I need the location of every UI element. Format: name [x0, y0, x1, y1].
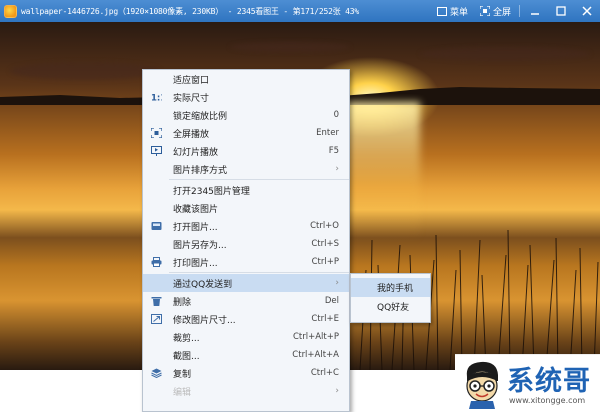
menu-item-favorite[interactable]: 收藏该图片: [143, 199, 349, 217]
close-icon: [582, 6, 592, 16]
menu-item-shortcut: Ctrl+O: [310, 221, 339, 231]
menu-item-shortcut: Ctrl+C: [310, 368, 339, 378]
menu-item-label: 删除: [173, 297, 192, 308]
title-bar-controls: 菜单 全屏: [431, 0, 600, 22]
minimize-icon: [531, 13, 539, 15]
menu-separator: [169, 272, 349, 273]
menu-item-label: 图片排序方式: [173, 165, 228, 176]
cloud-shape: [420, 47, 590, 61]
menu-item-label: 打开2345图片管理: [173, 186, 250, 197]
menu-item-shortcut: Del: [324, 296, 339, 306]
menu-item-label: 截图...: [173, 351, 200, 362]
menu-item-fullscreen[interactable]: 全屏播放 Enter: [143, 124, 349, 142]
menu-item-open-image[interactable]: 打开图片... Ctrl+O: [143, 217, 349, 235]
actual-size-icon: 1:1: [151, 94, 162, 103]
close-button[interactable]: [574, 0, 600, 22]
mascot-logo: [466, 361, 498, 409]
menu-item-label: 修改图片尺寸...: [173, 315, 236, 326]
menu-item-shortcut: Ctrl+E: [311, 314, 339, 324]
minimize-button[interactable]: [522, 0, 548, 22]
menu-item-lock-zoom[interactable]: 锁定缩放比例 0: [143, 106, 349, 124]
menu-item-shortcut: Ctrl+Alt+A: [292, 350, 339, 360]
menu-button[interactable]: 菜单: [431, 0, 474, 22]
menu-item-copy[interactable]: 复制 Ctrl+C: [143, 364, 349, 382]
menu-item-label: 实际尺寸: [173, 93, 210, 104]
menu-item-delete[interactable]: 删除 Del: [143, 292, 349, 310]
resize-icon: [151, 314, 162, 324]
window-title: wallpaper-1446726.jpg（1920×1080像素, 230KB…: [21, 6, 359, 16]
menu-item-shortcut: 0: [333, 110, 339, 120]
menu-item-shortcut: F5: [328, 146, 339, 156]
fullscreen-icon: [479, 6, 490, 16]
print-icon: [151, 257, 162, 267]
cloud-shape: [230, 42, 350, 52]
menu-separator: [169, 179, 349, 180]
watermark-url: www.xitongge.com: [509, 396, 586, 405]
menu-item-label: 锁定缩放比例: [173, 111, 228, 122]
menu-item-send-via-qq[interactable]: 通过QQ发送到 ›: [143, 274, 349, 292]
menu-item-shortcut: Ctrl+S: [311, 239, 339, 249]
title-bar: wallpaper-1446726.jpg（1920×1080像素, 230KB…: [0, 0, 600, 22]
menu-item-label: 适应窗口: [173, 75, 210, 86]
delete-icon: [151, 297, 162, 306]
chevron-right-icon: ›: [335, 278, 339, 288]
watermark-title: 系统哥: [507, 366, 591, 397]
cloud-shape: [10, 62, 160, 80]
menu-item-shortcut: Enter: [316, 128, 339, 138]
menu-item-label: 幻灯片播放: [173, 147, 219, 158]
menu-item-save-as[interactable]: 图片另存为... Ctrl+S: [143, 235, 349, 253]
slideshow-icon: [151, 146, 162, 156]
menu-item-label: 全屏播放: [173, 129, 210, 140]
menu-button-label: 菜单: [449, 7, 468, 18]
menu-item-label: 收藏该图片: [173, 204, 219, 215]
svg-text:1:1: 1:1: [151, 94, 162, 103]
menu-item-crop[interactable]: 裁剪... Ctrl+Alt+P: [143, 328, 349, 346]
menu-item-slideshow[interactable]: 幻灯片播放 F5: [143, 142, 349, 160]
menu-item-print[interactable]: 打印图片... Ctrl+P: [143, 253, 349, 271]
menu-item-label: 打开图片...: [173, 222, 218, 233]
menu-item-shortcut: Ctrl+P: [311, 257, 339, 267]
menu-item-shortcut: Ctrl+Alt+P: [292, 332, 339, 342]
maximize-icon: [556, 6, 566, 16]
fullscreen-button[interactable]: 全屏: [474, 0, 517, 22]
submenu-item-label: QQ好友: [377, 303, 410, 313]
menu-item-edit[interactable]: 编辑 ›: [143, 382, 349, 400]
submenu-item-my-phone[interactable]: 我的手机: [351, 278, 430, 297]
open-icon: [151, 222, 162, 230]
menu-item-open-manager[interactable]: 打开2345图片管理: [143, 181, 349, 199]
menu-item-label: 复制: [173, 369, 192, 380]
menu-icon: [436, 6, 447, 16]
maximize-button[interactable]: [548, 0, 574, 22]
menu-item-screenshot[interactable]: 截图... Ctrl+Alt+A: [143, 346, 349, 364]
fullscreen-button-label: 全屏: [492, 7, 511, 18]
menu-item-label: 裁剪...: [173, 333, 200, 344]
app-icon: [4, 4, 17, 18]
menu-item-label: 通过QQ发送到: [173, 279, 233, 290]
menu-item-sort-order[interactable]: 图片排序方式 ›: [143, 160, 349, 178]
chevron-right-icon: ›: [335, 386, 339, 396]
site-watermark: 系统哥 www.xitongge.com: [455, 354, 600, 412]
menu-item-fit-window[interactable]: 适应窗口: [143, 70, 349, 88]
menu-item-label: 图片另存为...: [173, 240, 227, 251]
submenu-item-qq-friend[interactable]: QQ好友: [351, 297, 430, 316]
chevron-right-icon: ›: [335, 164, 339, 174]
menu-item-label: 编辑: [173, 387, 192, 398]
context-menu: 适应窗口 1:1 实际尺寸 锁定缩放比例 0 全屏播放 Enter 幻灯片播放 …: [142, 69, 350, 412]
fullscreen-icon: [151, 128, 162, 138]
qq-submenu: 我的手机 QQ好友: [350, 273, 431, 323]
menu-item-resize[interactable]: 修改图片尺寸... Ctrl+E: [143, 310, 349, 328]
copy-icon: [151, 368, 162, 378]
menu-item-label: 打印图片...: [173, 258, 218, 269]
menu-item-actual-size[interactable]: 1:1 实际尺寸: [143, 88, 349, 106]
submenu-item-label: 我的手机: [377, 284, 414, 294]
title-separator: [519, 5, 520, 17]
